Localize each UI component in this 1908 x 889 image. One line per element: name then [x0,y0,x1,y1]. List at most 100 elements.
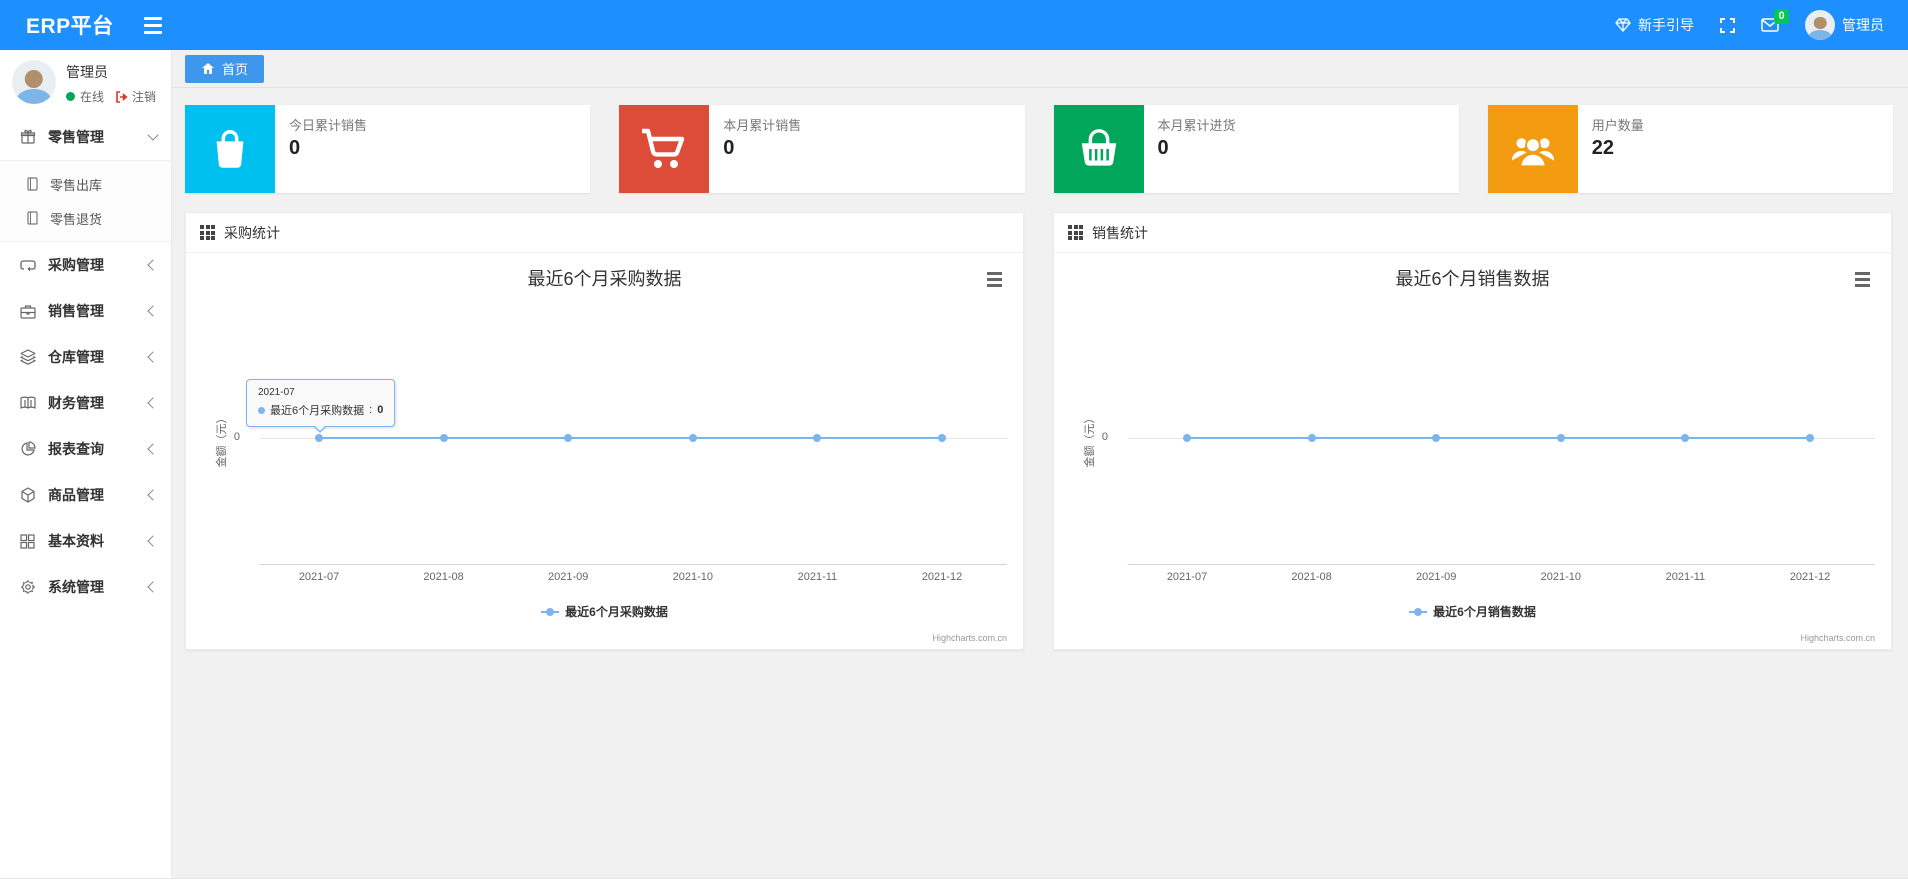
chart-export-menu-icon[interactable] [1852,269,1873,290]
sidebar-item-system[interactable]: 系统管理 [0,564,171,610]
chevron-right-icon [147,397,159,409]
sidebar-menu: 零售管理 零售出库 零售退货 采购管理 销售管理 仓库管理 财务管理 报表查询 … [0,114,171,610]
data-point[interactable] [315,434,323,442]
document-icon [26,211,40,225]
chevron-right-icon [147,581,159,593]
cube-icon [20,487,37,504]
sidebar-item-label: 商品管理 [48,487,104,503]
x-axis-tick: 2021-11 [797,571,838,583]
charts-row: 采购统计 最近6个月采购数据 金额（元） 0 2021-07 2021-08 2… [185,212,1893,650]
data-point[interactable] [938,434,946,442]
app-brand: ERP平台 [26,15,114,38]
sidebar-item-sales[interactable]: 销售管理 [0,288,171,334]
tooltip-series-name: 最近6个月采购数据 [270,405,365,417]
stat-cards-row: 今日累计销售 0 本月累计销售 0 本月累计进货 0 用户数量 22 [185,105,1893,193]
panel-title: 采购统计 [224,224,280,241]
document-icon [26,177,40,191]
tooltip-value: 0 [377,404,384,416]
chevron-right-icon [147,305,159,317]
sidebar-item-retail[interactable]: 零售管理 [0,114,171,160]
footer [0,878,1908,889]
guide-button[interactable]: 新手引导 [1615,15,1694,35]
sidebar-item-label: 采购管理 [48,257,104,273]
data-point[interactable] [1183,434,1191,442]
tooltip-category: 2021-07 [258,387,295,398]
highcharts-credit-link[interactable]: Highcharts.com.cn [1800,633,1875,643]
tab-bar: 首页 [172,50,1908,88]
legend-item[interactable]: 最近6个月采购数据 [541,603,668,620]
stat-card-user-count: 用户数量 22 [1487,105,1893,193]
sidebar-item-retail-return[interactable]: 零售退货 [0,201,171,235]
legend-marker-icon [1409,607,1428,616]
y-axis-tick: 0 [233,431,240,443]
data-point[interactable] [1556,434,1565,442]
sidebar-item-products[interactable]: 商品管理 [0,472,171,518]
series-line [1187,437,1810,439]
data-point[interactable] [1681,434,1690,442]
x-axis-tick: 2021-09 [548,571,589,583]
messages-button[interactable]: 0 [1761,9,1789,32]
gear-icon [20,579,37,596]
shopping-basket-icon [1053,105,1144,193]
user-menu[interactable]: 管理员 [1805,10,1884,40]
sidebar-item-label: 零售出库 [50,177,103,193]
data-point[interactable] [688,434,697,442]
message-count-badge: 0 [1774,9,1789,24]
repeat-icon [20,257,37,274]
sidebar-item-retail-outbound[interactable]: 零售出库 [0,167,171,201]
x-axis-tick: 2021-10 [1540,571,1581,583]
stat-card-label: 本月累计进货 [1157,118,1236,133]
sidebar-item-reports[interactable]: 报表查询 [0,426,171,472]
fullscreen-button[interactable] [1720,17,1735,33]
legend-item[interactable]: 最近6个月销售数据 [1409,603,1536,620]
x-axis-tick: 2021-07 [1166,571,1208,583]
avatar [12,60,56,104]
sidebar-item-warehouse[interactable]: 仓库管理 [0,334,171,380]
tooltip-separator: : [369,404,373,416]
chevron-right-icon [147,259,159,271]
sidebar-user-panel: 管理员 在线 注销 [0,50,171,114]
stat-card-value: 0 [289,137,301,159]
tab-home[interactable]: 首页 [185,54,265,83]
data-point[interactable] [564,434,573,442]
sidebar-item-finance[interactable]: 财务管理 [0,380,171,426]
sidebar-item-label: 仓库管理 [48,349,104,365]
sales-stats-panel: 销售统计 最近6个月销售数据 金额（元） 0 2021-07 2021-08 2… [1053,212,1892,650]
x-axis-tick: 2021-12 [1789,571,1831,583]
series-line [319,437,942,439]
book-icon [20,395,37,412]
sidebar-item-label: 零售退货 [50,211,103,227]
layers-icon [20,349,37,366]
chart-title: 最近6个月采购数据 [527,269,682,289]
guide-label: 新手引导 [1638,17,1694,33]
avatar [1805,10,1835,40]
x-axis-tick: 2021-12 [921,571,963,583]
sidebar-toggle-icon[interactable] [143,16,162,34]
sidebar-item-basic-data[interactable]: 基本资料 [0,518,171,564]
data-point[interactable] [1307,434,1316,442]
data-point[interactable] [439,434,448,442]
sidebar-item-label: 系统管理 [48,579,104,595]
highcharts-credit-link[interactable]: Highcharts.com.cn [932,633,1007,643]
sidebar-item-label: 财务管理 [48,395,104,411]
gem-icon [1615,18,1631,32]
chart-export-menu-icon[interactable] [984,269,1005,290]
sidebar-item-label: 报表查询 [48,441,104,457]
sales-chart: 最近6个月销售数据 金额（元） 0 2021-07 2021-08 2021-0… [1054,253,1891,649]
data-point[interactable] [1806,434,1814,442]
tab-home-label: 首页 [222,62,249,77]
stat-card-value: 0 [1157,137,1169,159]
stat-card-month-purchase: 本月累计进货 0 [1053,105,1459,193]
data-point[interactable] [1432,434,1441,442]
data-point[interactable] [813,434,822,442]
chart-tooltip: 2021-07 最近6个月采购数据: 0 [246,379,396,433]
briefcase-icon [20,303,37,320]
sidebar-item-purchase[interactable]: 采购管理 [0,242,171,288]
purchase-chart: 最近6个月采购数据 金额（元） 0 2021-07 2021-08 2021-0… [186,253,1023,649]
logout-link[interactable]: 注销 [115,88,156,105]
x-axis-line [260,564,1007,565]
y-axis-tick: 0 [1101,431,1108,443]
stat-card-today-sales: 今日累计销售 0 [185,105,591,193]
sign-out-icon [116,90,128,103]
chevron-right-icon [147,489,159,501]
